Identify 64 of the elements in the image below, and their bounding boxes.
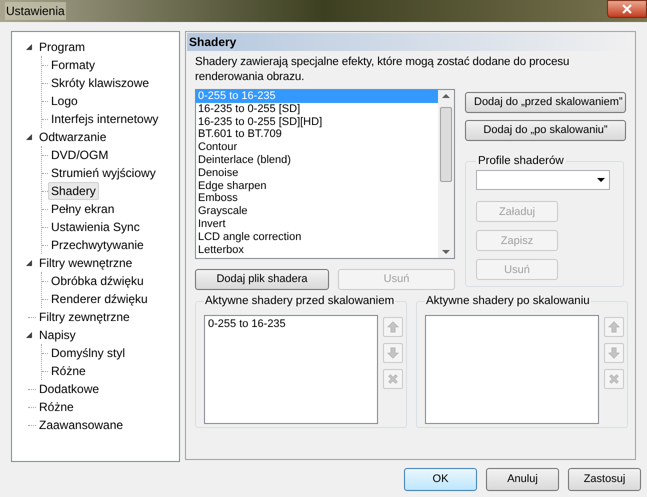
down-arrow-icon <box>442 250 450 255</box>
close-button[interactable] <box>607 0 647 18</box>
tree-item[interactable]: Różne <box>48 362 89 380</box>
profile-dropdown[interactable] <box>476 170 610 190</box>
list-item[interactable]: Denoise <box>196 166 438 180</box>
button[interactable]: Dodaj do „przed skalowaniem” <box>465 92 626 113</box>
list-item[interactable]: 16-235 to 0-255 [SD] <box>196 102 438 116</box>
expanded-icon[interactable] <box>24 330 34 340</box>
close-icon <box>622 4 632 14</box>
list-item[interactable]: Letterbox <box>196 244 438 256</box>
tree-item[interactable]: Program <box>36 38 88 56</box>
tree-item[interactable]: Odtwarzanie <box>36 128 110 146</box>
tree-item[interactable]: Filtry wewnętrzne <box>36 254 136 272</box>
tree-item[interactable]: Shadery <box>48 182 99 200</box>
list-item[interactable]: 0-255 to 16-235 <box>208 317 374 332</box>
group-title: Aktywne shadery przed skalowaniem <box>204 294 396 309</box>
group-title: Profile shaderów <box>477 154 565 169</box>
tree-item[interactable]: Zaawansowane <box>36 416 126 434</box>
tree-item[interactable]: Renderer dźwięku <box>48 290 151 308</box>
list-item[interactable]: Edge sharpen <box>196 180 438 192</box>
button[interactable]: Dodaj plik shadera <box>195 269 329 290</box>
list-item[interactable]: LCD angle correction <box>196 230 438 244</box>
list-item[interactable]: 16-235 to 0-255 [SD][HD] <box>196 116 438 128</box>
group-title: Aktywne shadery po skalowaniu <box>425 294 591 309</box>
expanded-icon[interactable] <box>24 132 34 142</box>
down-arrow-icon <box>607 346 621 360</box>
tree-item[interactable]: Strumień wyjściowy <box>48 164 159 182</box>
down-arrow-icon <box>386 346 400 360</box>
list-item[interactable]: Invert <box>196 218 438 231</box>
dropdown-arrow-icon <box>597 178 605 182</box>
list-item[interactable]: Deinterlace (blend) <box>196 154 438 167</box>
scroll-thumb[interactable] <box>440 106 452 182</box>
tree-item[interactable]: Interfejs internetowy <box>48 110 162 128</box>
x-icon <box>607 372 621 386</box>
tree-item[interactable]: Napisy <box>36 326 79 344</box>
tree-item[interactable]: Filtry zewnętrzne <box>36 308 133 326</box>
description-text: Shadery zawierają specjalne efekty, które mogą zostać dodane do procesu renderowania obrazu. <box>195 55 570 85</box>
tree-item[interactable]: Domyślny styl <box>48 344 128 362</box>
expanded-icon[interactable] <box>24 42 34 52</box>
up-arrow-icon <box>607 320 621 334</box>
tree-item[interactable]: Ustawienia Sync <box>48 218 143 236</box>
tree-item[interactable]: Różne <box>36 398 77 416</box>
button[interactable]: Zastosuj <box>568 468 641 491</box>
up-arrow-icon <box>386 320 400 334</box>
list-item[interactable]: Emboss <box>196 192 438 206</box>
list-item[interactable]: BT.601 to BT.709 <box>196 128 438 142</box>
list-item[interactable]: Grayscale <box>196 205 438 218</box>
button[interactable]: Dodaj do „po skalowaniu” <box>465 120 626 141</box>
x-icon <box>386 372 400 386</box>
window-title: Ustawienia <box>5 2 66 20</box>
button[interactable]: OK <box>404 468 477 491</box>
tree-item[interactable]: Logo <box>48 92 81 110</box>
tree-item[interactable]: Pełny ekran <box>48 200 118 218</box>
up-arrow-icon <box>442 93 450 98</box>
list-item[interactable]: Contour <box>196 141 438 154</box>
expanded-icon[interactable] <box>24 258 34 268</box>
tree-item[interactable]: Obróbka dźwięku <box>48 272 147 290</box>
scrollbar[interactable] <box>438 90 454 258</box>
tree-item[interactable]: Przechwytywanie <box>48 236 147 254</box>
tree-item[interactable]: Formaty <box>48 56 98 74</box>
button[interactable]: Anuluj <box>486 468 559 491</box>
tree-item[interactable]: Skróty klawiszowe <box>48 74 152 92</box>
tree-item[interactable]: Dodatkowe <box>36 380 102 398</box>
tree-item[interactable]: DVD/OGM <box>48 146 112 164</box>
